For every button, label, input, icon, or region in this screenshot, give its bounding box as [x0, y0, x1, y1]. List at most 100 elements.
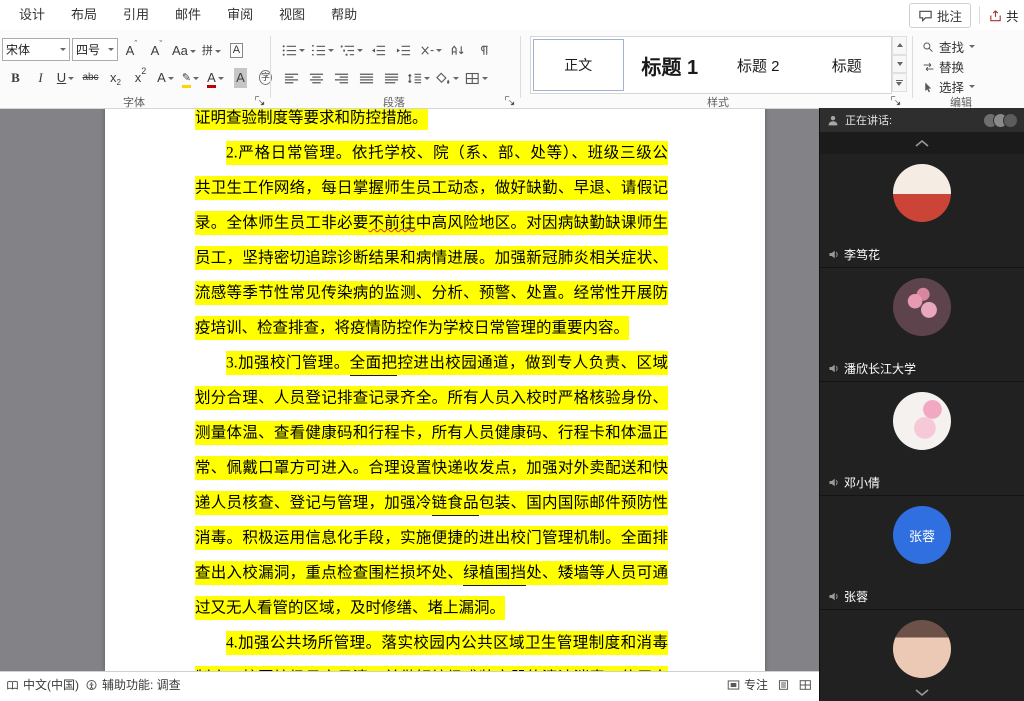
subscript-button[interactable]: x2 — [104, 66, 127, 88]
text-highlight-button[interactable]: ✎ — [179, 66, 202, 88]
grow-font-button[interactable]: Aˆ — [120, 39, 143, 61]
participant-name: 潘欣长江大学 — [828, 360, 916, 377]
sel-icon — [922, 81, 935, 93]
focus-mode-button[interactable]: 专注 — [727, 676, 768, 693]
select-button[interactable]: 选择 — [922, 78, 975, 95]
menu-tab[interactable]: 帮助 — [318, 0, 370, 30]
font-row-1: 宋体四号AˆAˇAa拼A — [2, 38, 248, 61]
strikethrough-button[interactable]: abc — [79, 66, 102, 88]
style-item[interactable]: 标题 — [803, 37, 892, 93]
menu-tab[interactable]: 邮件 — [162, 0, 214, 30]
decrease-indent-button[interactable] — [367, 38, 390, 60]
italic-button[interactable]: I — [29, 66, 52, 88]
character-shading-button[interactable]: A — [229, 66, 252, 88]
meeting-header[interactable]: 正在讲话: — [820, 108, 1024, 132]
print-layout-icon[interactable] — [799, 679, 812, 691]
text-line: 员工，坚持密切追踪诊断结果和病情进展。加强新冠肺炎相关症状、 — [195, 240, 668, 275]
editing-group-items: 查找替换选择 — [922, 38, 975, 95]
font-row-2: BIUabcx2x2A✎AA字 — [4, 66, 277, 88]
numbered-list-button[interactable] — [309, 38, 336, 60]
text-line: 共卫生工作网络，每日掌握师生员工动态，做好缺勤、早退、请假记 — [195, 170, 668, 205]
menu-tab[interactable]: 布局 — [58, 0, 110, 30]
change-case-button[interactable]: Aa — [170, 39, 198, 61]
multilevel-list-button[interactable] — [338, 38, 365, 60]
num-icon — [311, 44, 326, 57]
chevron-down-icon — [436, 49, 442, 52]
read-mode-icon[interactable] — [777, 679, 790, 691]
find-button[interactable]: 查找 — [922, 38, 975, 55]
font-size-combo[interactable]: 四号 — [72, 38, 118, 61]
menu-tab[interactable]: 引用 — [110, 0, 162, 30]
shading-button[interactable] — [434, 66, 461, 88]
distribute-button[interactable] — [380, 66, 403, 88]
chevron-down-icon — [453, 77, 459, 80]
menubar-right: 批注 共 — [909, 0, 1022, 30]
bullet-list-button[interactable] — [280, 38, 307, 60]
share-icon — [988, 9, 1003, 22]
highlighted-text: 证明查验制度等要求和防控措施。 — [195, 108, 428, 130]
text-line: 常、佩戴口罩方可进入。合理设置快递收发点，加强对外卖配送和快 — [195, 450, 668, 485]
gallery-scroll-up-icon[interactable] — [892, 36, 907, 55]
chevron-down-icon — [190, 50, 196, 53]
bul-icon — [282, 44, 297, 57]
phonetic-guide-button[interactable]: 拼 — [200, 39, 223, 61]
character-border-button[interactable]: A — [225, 39, 248, 61]
text-effects-button[interactable]: A — [154, 66, 177, 88]
font-dialog-launcher-icon[interactable] — [254, 95, 266, 107]
participant-tile[interactable]: 潘欣长江大学 — [820, 268, 1024, 382]
comments-button[interactable]: 批注 — [909, 3, 971, 28]
highlighted-text: 3.加强校门管理。 — [226, 351, 350, 375]
spk-icon — [828, 591, 840, 602]
paragraph-dialog-launcher-icon[interactable] — [504, 95, 516, 107]
text-line: 流感等季节性常见传染病的监测、分析、预警、处置。经常性开展防 — [195, 275, 668, 310]
styles-dialog-launcher-icon[interactable] — [890, 95, 902, 107]
align-right-button[interactable] — [330, 66, 353, 88]
font-name-combo[interactable]: 宋体 — [2, 38, 70, 61]
participant-tile[interactable]: 李笃花 — [820, 154, 1024, 268]
divider — [979, 6, 980, 24]
share-button[interactable]: 共 — [988, 6, 1022, 25]
menu-tab[interactable]: 视图 — [266, 0, 318, 30]
highlighted-text: 递人员核查、登记与管理，加强冷 — [195, 491, 432, 515]
superscript-button[interactable]: x2 — [129, 66, 152, 88]
bold-button[interactable]: B — [4, 66, 27, 88]
line-spacing-button[interactable] — [405, 66, 432, 88]
shrink-font-button[interactable]: Aˇ — [145, 39, 168, 61]
menu-tab[interactable]: 设计 — [6, 0, 58, 30]
justify-button[interactable] — [355, 66, 378, 88]
chevron-down-icon — [215, 50, 221, 53]
avatar-initials-icon: 张蓉 — [893, 506, 951, 564]
show-marks-button[interactable] — [471, 38, 494, 60]
participants-avatars-icon — [988, 113, 1018, 128]
chevron-down-icon — [914, 688, 930, 697]
underline-button[interactable]: U — [54, 66, 77, 88]
group-divider — [270, 36, 271, 98]
font-color-button[interactable]: A — [204, 66, 227, 88]
menu-tab[interactable]: 审阅 — [214, 0, 266, 30]
participants-scroll-up[interactable] — [820, 134, 1024, 152]
align-center-button[interactable] — [305, 66, 328, 88]
participant-tile[interactable]: 张蓉张蓉 — [820, 496, 1024, 610]
style-item[interactable]: 正文 — [533, 39, 624, 91]
participant-tile[interactable]: 邓小倩 — [820, 382, 1024, 496]
accessibility-status[interactable]: 辅助功能: 调查 — [85, 676, 181, 693]
participants-scroll-down[interactable] — [820, 685, 1024, 699]
sort-button[interactable] — [446, 38, 469, 60]
gallery-scroll-down-icon[interactable] — [892, 55, 907, 74]
document-page[interactable]: 证明查验制度等要求和防控措施。2.严格日常管理。依托学校、院（系、部、处等）、班… — [105, 108, 765, 672]
asian-layout-button[interactable] — [417, 38, 444, 60]
chevron-down-icon — [482, 77, 488, 80]
chevron-down-icon — [193, 77, 199, 80]
replace-button[interactable]: 替换 — [922, 58, 975, 75]
text-line: 4.加强公共场所管理。落实校园内公共区域卫生管理制度和消毒 — [195, 625, 668, 660]
paragraph-row-2 — [280, 66, 490, 88]
language-status[interactable]: 中文(中国) — [6, 676, 79, 693]
increase-indent-button[interactable] — [392, 38, 415, 60]
enclose-character-button[interactable]: 字 — [254, 66, 277, 88]
align-left-button[interactable] — [280, 66, 303, 88]
borders-button[interactable] — [463, 66, 490, 88]
style-item[interactable]: 标题 1 — [626, 37, 715, 93]
group-divider — [520, 36, 521, 98]
gallery-more-icon[interactable] — [892, 73, 907, 92]
style-item[interactable]: 标题 2 — [714, 37, 803, 93]
